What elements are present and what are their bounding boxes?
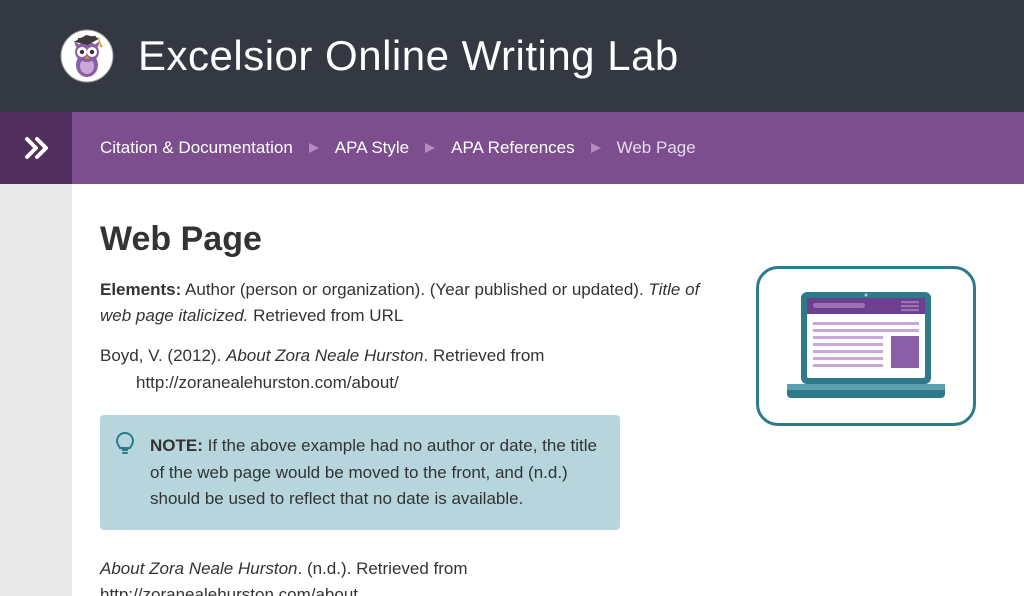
owl-logo-icon <box>60 29 114 83</box>
example-italic: About Zora Neale Hurston <box>226 346 424 365</box>
site-title: Excelsior Online Writing Lab <box>138 32 679 80</box>
content-wrap: Web Page Elements: Author (person or org… <box>72 184 1024 596</box>
chevron-double-right-icon <box>19 131 53 165</box>
elements-label: Elements: <box>100 280 181 299</box>
elements-text: Retrieved from URL <box>248 306 403 325</box>
example-pre: Boyd, V. (2012). <box>100 346 226 365</box>
breadcrumb-link[interactable]: Citation & Documentation <box>100 138 293 158</box>
note-label: NOTE: <box>150 436 203 455</box>
breadcrumb-current: Web Page <box>617 138 696 158</box>
example-post: . Retrieved from <box>424 346 545 365</box>
side-column <box>756 220 996 596</box>
example-url: http://zoranealehurston.com/about/ <box>136 373 716 393</box>
breadcrumb-separator-icon <box>423 141 437 155</box>
sidebar-gutter <box>0 184 72 596</box>
elements-text: Author (person or organization). (Year p… <box>181 280 648 299</box>
main-content: Web Page Elements: Author (person or org… <box>100 220 716 596</box>
note-text: If the above example had no author or da… <box>150 436 597 508</box>
breadcrumb-bar: Citation & Documentation APA Style APA R… <box>0 112 1024 184</box>
elements-paragraph: Elements: Author (person or organization… <box>100 277 716 328</box>
breadcrumb-separator-icon <box>307 141 321 155</box>
page-body: Web Page Elements: Author (person or org… <box>0 184 1024 596</box>
site-header: Excelsior Online Writing Lab <box>0 0 1024 112</box>
lightbulb-icon <box>114 431 136 465</box>
example-citation-2: About Zora Neale Hurston. (n.d.). Retrie… <box>100 556 716 596</box>
note-box: NOTE: If the above example had no author… <box>100 415 620 530</box>
example-citation: Boyd, V. (2012). About Zora Neale Hursto… <box>100 342 716 369</box>
breadcrumb-link[interactable]: APA Style <box>335 138 409 158</box>
example2-italic: About Zora Neale Hurston <box>100 559 298 578</box>
sidebar-toggle-button[interactable] <box>0 112 72 184</box>
breadcrumb-separator-icon <box>589 141 603 155</box>
breadcrumb: Citation & Documentation APA Style APA R… <box>72 112 696 184</box>
laptop-illustration-icon <box>756 266 976 426</box>
page-title: Web Page <box>100 220 716 259</box>
breadcrumb-link[interactable]: APA References <box>451 138 574 158</box>
